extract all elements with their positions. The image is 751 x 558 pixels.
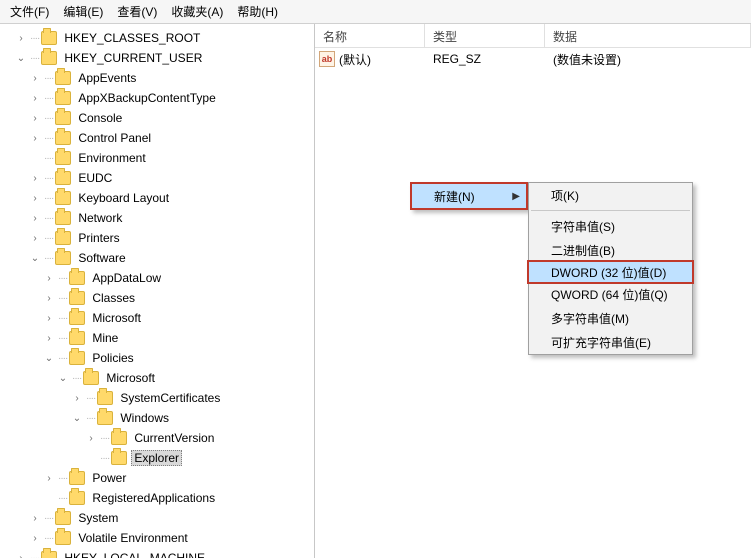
ctx-new-binary[interactable]: 二进制值(B) <box>529 238 692 262</box>
tree-node-power[interactable]: ›····Power <box>0 468 314 488</box>
folder-icon <box>69 271 85 285</box>
folder-icon <box>41 51 57 65</box>
tree-node-volatile[interactable]: ›····Volatile Environment <box>0 528 314 548</box>
tree-node-eudc[interactable]: ›····EUDC <box>0 168 314 188</box>
menu-view[interactable]: 查看(V) <box>111 1 163 22</box>
folder-icon <box>55 151 71 165</box>
tree-node-console[interactable]: ›····Console <box>0 108 314 128</box>
value-data: (数值未设置) <box>545 51 751 68</box>
ctx-new-string[interactable]: 字符串值(S) <box>529 214 692 238</box>
folder-icon <box>69 471 85 485</box>
context-submenu-new: 项(K) 字符串值(S) 二进制值(B) DWORD (32 位)值(D) QW… <box>528 182 693 355</box>
folder-icon <box>69 491 85 505</box>
tree-node-classes[interactable]: ›····Classes <box>0 288 314 308</box>
folder-icon <box>111 431 127 445</box>
col-header-type[interactable]: 类型 <box>425 24 545 47</box>
tree-node-controlpanel[interactable]: ›····Control Panel <box>0 128 314 148</box>
folder-icon <box>41 31 57 45</box>
folder-icon <box>55 251 71 265</box>
separator <box>531 210 690 211</box>
chevron-right-icon: ▶ <box>512 191 520 202</box>
tree-node-policies[interactable]: ⌄····Policies <box>0 348 314 368</box>
folder-icon <box>69 311 85 325</box>
value-name: (默认) <box>339 51 371 68</box>
tree-node-currentversion[interactable]: ›····CurrentVersion <box>0 428 314 448</box>
menu-help[interactable]: 帮助(H) <box>231 1 284 22</box>
tree-node-printers[interactable]: ›····Printers <box>0 228 314 248</box>
folder-icon <box>41 551 57 558</box>
folder-icon <box>55 71 71 85</box>
ctx-new-key[interactable]: 项(K) <box>529 183 692 207</box>
value-list-pane[interactable]: 名称 类型 数据 ab(默认) REG_SZ (数值未设置) 新建(N) ▶ 项… <box>315 24 751 558</box>
ctx-new-expandstring[interactable]: 可扩充字符串值(E) <box>529 330 692 354</box>
folder-icon <box>55 231 71 245</box>
menu-bar: 文件(F) 编辑(E) 查看(V) 收藏夹(A) 帮助(H) <box>0 0 751 24</box>
ctx-new-label: 新建(N) <box>434 188 475 205</box>
folder-icon <box>55 511 71 525</box>
ctx-new-dword[interactable]: DWORD (32 位)值(D) <box>527 260 694 284</box>
tree-node-mine[interactable]: ›····Mine <box>0 328 314 348</box>
ctx-new[interactable]: 新建(N) ▶ <box>412 184 526 208</box>
folder-icon <box>111 451 127 465</box>
menu-favorites[interactable]: 收藏夹(A) <box>165 1 229 22</box>
folder-icon <box>69 291 85 305</box>
folder-icon <box>55 111 71 125</box>
tree-node-windows[interactable]: ⌄····Windows <box>0 408 314 428</box>
tree-node-network[interactable]: ›····Network <box>0 208 314 228</box>
folder-icon <box>69 331 85 345</box>
string-value-icon: ab <box>319 51 335 67</box>
folder-icon <box>55 91 71 105</box>
tree-node-keyboard[interactable]: ›····Keyboard Layout <box>0 188 314 208</box>
tree-node-registeredapps[interactable]: ····RegisteredApplications <box>0 488 314 508</box>
tree-node-appdatalow[interactable]: ›····AppDataLow <box>0 268 314 288</box>
folder-icon <box>55 531 71 545</box>
folder-icon <box>97 411 113 425</box>
col-header-data[interactable]: 数据 <box>545 24 751 47</box>
folder-icon <box>69 351 85 365</box>
registry-tree[interactable]: ›····HKEY_CLASSES_ROOT ⌄····HKEY_CURRENT… <box>0 24 315 558</box>
tree-node-hkcu[interactable]: ⌄····HKEY_CURRENT_USER <box>0 48 314 68</box>
list-row-default[interactable]: ab(默认) REG_SZ (数值未设置) <box>315 48 751 70</box>
tree-node-hklm[interactable]: ›····HKEY_LOCAL_MACHINE <box>0 548 314 558</box>
ctx-new-qword[interactable]: QWORD (64 位)值(Q) <box>529 282 692 306</box>
tree-node-software[interactable]: ⌄····Software <box>0 248 314 268</box>
value-type: REG_SZ <box>425 52 545 66</box>
tree-node-explorer[interactable]: ····Explorer <box>0 448 314 468</box>
list-header: 名称 类型 数据 <box>315 24 751 48</box>
folder-icon <box>55 131 71 145</box>
tree-node-hkcr[interactable]: ›····HKEY_CLASSES_ROOT <box>0 28 314 48</box>
ctx-new-multistring[interactable]: 多字符串值(M) <box>529 306 692 330</box>
tree-node-policies-microsoft[interactable]: ⌄····Microsoft <box>0 368 314 388</box>
tree-node-system[interactable]: ›····System <box>0 508 314 528</box>
folder-icon <box>55 211 71 225</box>
context-menu: 新建(N) ▶ <box>410 182 528 210</box>
tree-node-environment[interactable]: ····Environment <box>0 148 314 168</box>
folder-icon <box>55 191 71 205</box>
tree-node-appxbackup[interactable]: ›····AppXBackupContentType <box>0 88 314 108</box>
folder-icon <box>55 171 71 185</box>
folder-icon <box>97 391 113 405</box>
menu-file[interactable]: 文件(F) <box>4 1 55 22</box>
tree-node-systemcerts[interactable]: ›····SystemCertificates <box>0 388 314 408</box>
folder-icon <box>83 371 99 385</box>
menu-edit[interactable]: 编辑(E) <box>57 1 109 22</box>
col-header-name[interactable]: 名称 <box>315 24 425 47</box>
tree-node-appevents[interactable]: ›····AppEvents <box>0 68 314 88</box>
tree-node-microsoft[interactable]: ›····Microsoft <box>0 308 314 328</box>
